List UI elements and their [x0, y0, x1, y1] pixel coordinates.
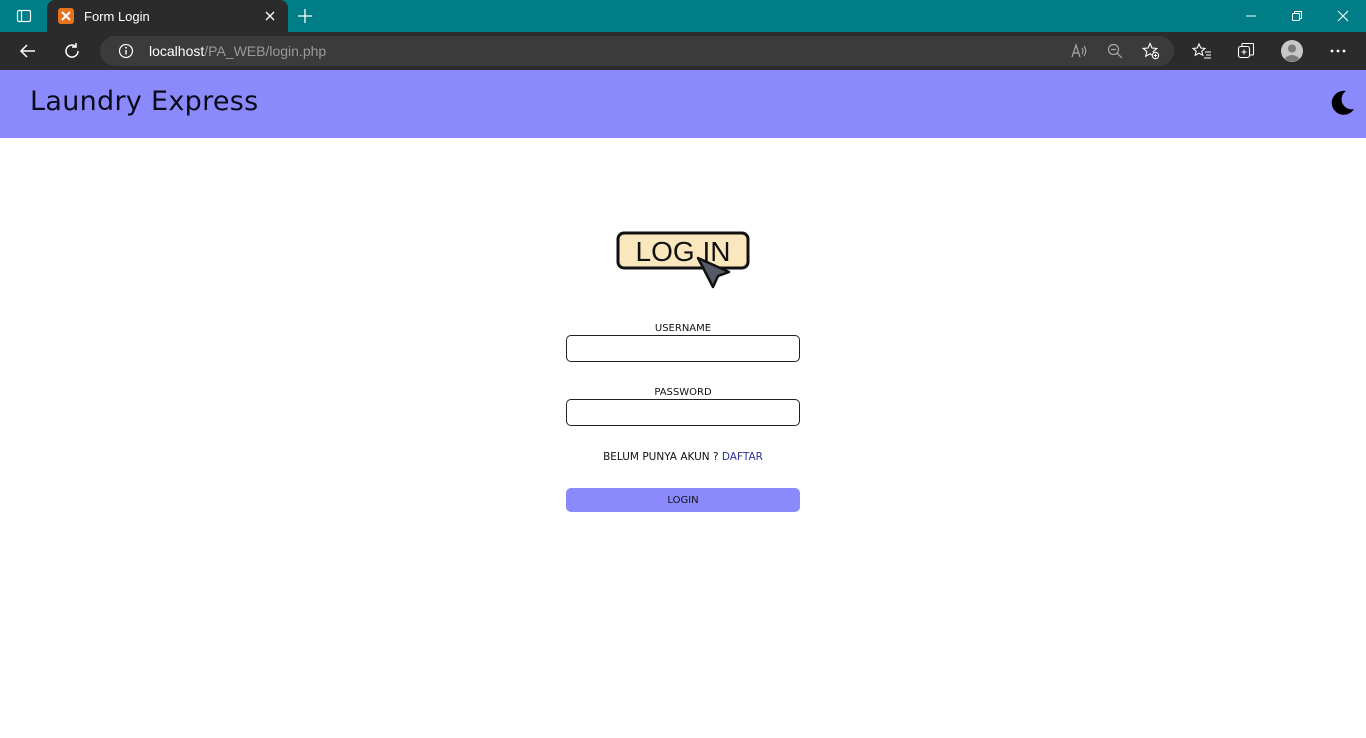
favorites-button[interactable] [1186, 36, 1218, 66]
register-prompt: BELUM PUNYA AKUN ? DAFTAR [566, 451, 800, 463]
restore-icon [1292, 11, 1302, 21]
tab-close-button[interactable] [258, 4, 282, 28]
avatar-icon [1281, 40, 1303, 62]
moon-icon [1331, 90, 1354, 115]
url-path: /PA_WEB/login.php [204, 43, 327, 59]
close-icon [1337, 10, 1349, 22]
collections-icon [1237, 42, 1255, 59]
settings-menu-button[interactable] [1322, 36, 1354, 66]
read-aloud-icon[interactable] [1066, 39, 1094, 63]
minimize-button[interactable] [1228, 0, 1274, 32]
browser-toolbar: localhost/PA_WEB/login.php [0, 32, 1366, 70]
browser-tab[interactable]: Form Login [47, 0, 288, 32]
favorites-icon [1192, 42, 1211, 59]
url-host: localhost [149, 43, 205, 59]
plus-icon [298, 9, 312, 23]
profile-button[interactable] [1276, 36, 1308, 66]
username-input[interactable] [566, 335, 800, 362]
collections-button[interactable] [1230, 36, 1262, 66]
tab-title: Form Login [84, 8, 150, 24]
username-label: USERNAME [654, 323, 712, 334]
add-favorite-icon[interactable] [1137, 39, 1165, 63]
close-window-button[interactable] [1320, 0, 1366, 32]
login-badge-text: LOG IN [636, 236, 731, 267]
zoom-out-icon[interactable] [1101, 39, 1129, 63]
minimize-icon [1246, 15, 1256, 17]
back-button[interactable] [12, 36, 44, 66]
theme-toggle-button[interactable] [1326, 87, 1358, 119]
xampp-favicon-icon [58, 8, 74, 24]
password-label: PASSWORD [654, 387, 712, 398]
page-content: Laundry Express LOG IN USERNAME PASSWORD… [0, 70, 1366, 738]
tab-actions-button[interactable] [8, 4, 40, 28]
address-bar[interactable]: localhost/PA_WEB/login.php [100, 36, 1174, 66]
tab-actions-icon [16, 9, 32, 23]
more-options-icon [1330, 49, 1346, 53]
refresh-button[interactable] [56, 36, 88, 66]
new-tab-button[interactable] [292, 4, 318, 28]
register-prompt-text: BELUM PUNYA AKUN ? [603, 451, 719, 463]
site-info-icon[interactable] [112, 39, 140, 63]
password-input[interactable] [566, 399, 800, 426]
url-text: localhost/PA_WEB/login.php [149, 43, 326, 59]
refresh-icon [65, 43, 79, 58]
site-header: Laundry Express [0, 70, 1366, 138]
close-icon [265, 11, 275, 21]
browser-tab-strip: Form Login [0, 0, 1366, 32]
register-link[interactable]: DAFTAR [722, 451, 763, 463]
login-badge-icon: LOG IN [616, 231, 750, 289]
restore-button[interactable] [1274, 0, 1320, 32]
arrow-left-icon [19, 44, 35, 58]
site-title: Laundry Express [30, 86, 259, 117]
login-button[interactable]: LOGIN [566, 488, 800, 512]
